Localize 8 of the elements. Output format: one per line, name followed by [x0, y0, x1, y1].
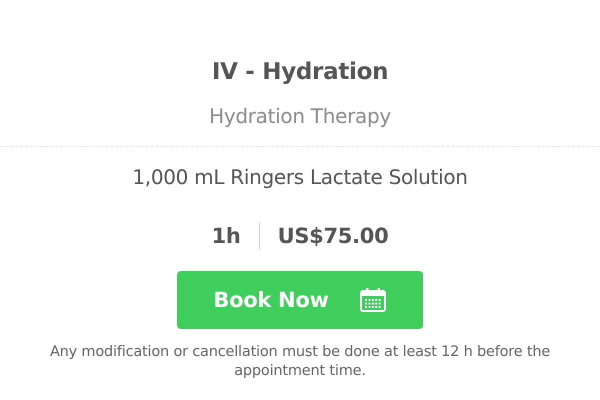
book-now-button[interactable]: Book Now	[177, 271, 423, 329]
service-description: 1,000 mL Ringers Lactate Solution	[132, 164, 468, 191]
price-text: US$75.00	[278, 223, 388, 250]
service-title: IV - Hydration	[212, 58, 388, 87]
service-category: Hydration Therapy	[209, 103, 391, 130]
booking-note: Any modification or cancellation must be done at least 12 h before the appointment time.	[48, 343, 552, 381]
duration-text: 1h	[212, 223, 241, 250]
calendar-icon	[358, 287, 387, 313]
